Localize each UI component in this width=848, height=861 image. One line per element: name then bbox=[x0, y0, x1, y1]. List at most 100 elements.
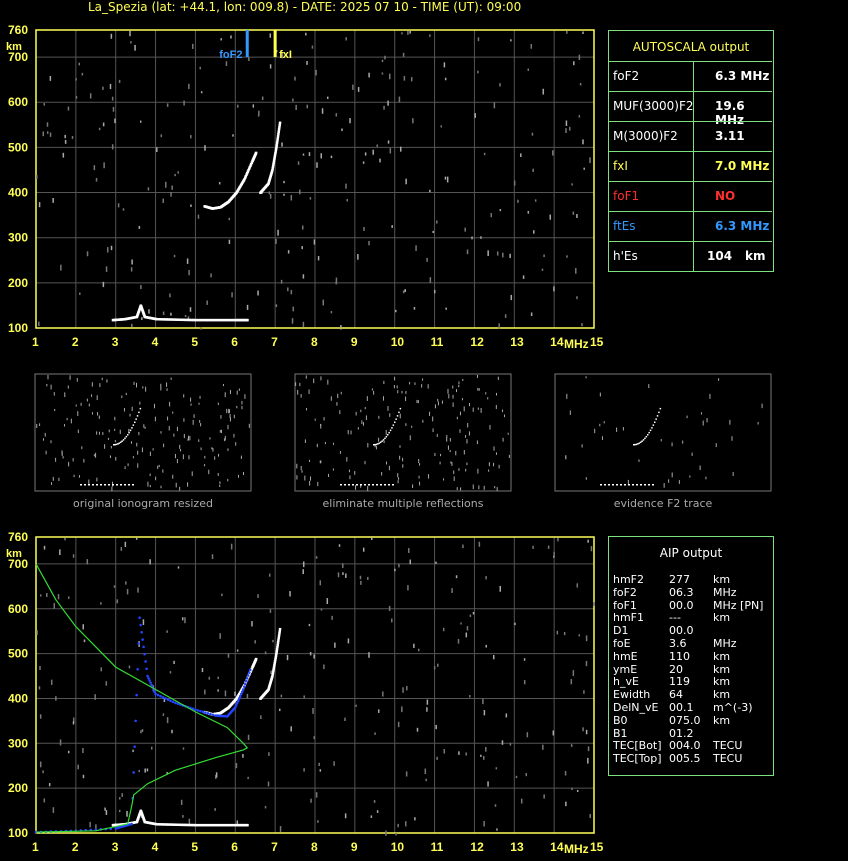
thumbnail-trace bbox=[399, 407, 402, 410]
thumbnail-trace bbox=[124, 437, 126, 440]
noise-dot bbox=[278, 708, 281, 712]
x-tick-label: 9 bbox=[351, 335, 358, 349]
autoscala-row: foF1 NO bbox=[609, 181, 772, 212]
thumbnail-noise bbox=[244, 394, 246, 399]
noise-dot bbox=[211, 554, 214, 560]
thumbnail-noise bbox=[295, 382, 297, 387]
thumbnail-noise bbox=[173, 433, 175, 437]
x-tick-label: 10 bbox=[391, 335, 405, 349]
thumbnail-trace bbox=[139, 407, 142, 410]
f2-extraordinary-trace-point bbox=[275, 650, 278, 653]
noise-dot bbox=[514, 622, 516, 626]
thumbnail-noise bbox=[405, 396, 407, 402]
thumbnail-noise bbox=[198, 402, 200, 405]
thumbnail-es-trace bbox=[116, 484, 118, 486]
thumbnail-noise bbox=[73, 474, 75, 478]
thumbnail-noise bbox=[507, 432, 509, 435]
noise-dot bbox=[125, 581, 127, 585]
noise-dot bbox=[395, 832, 397, 836]
thumbnail-noise bbox=[190, 403, 192, 406]
thumbnail-noise bbox=[69, 375, 71, 380]
noise-dot bbox=[498, 323, 500, 329]
thumbnail-noise bbox=[163, 443, 165, 448]
noise-dot bbox=[221, 593, 223, 597]
thumbnail-noise bbox=[432, 428, 434, 433]
noise-dot bbox=[218, 182, 221, 185]
thumbnail-trace bbox=[373, 444, 375, 446]
noise-dot bbox=[397, 721, 400, 728]
thumbnail-noise bbox=[332, 468, 334, 471]
y-tick-label: 100 bbox=[8, 826, 28, 840]
thumbnail-trace bbox=[378, 442, 381, 444]
thumbnail-noise bbox=[220, 429, 222, 434]
noise-dot bbox=[333, 761, 335, 766]
noise-dot bbox=[116, 599, 119, 604]
noise-dot bbox=[482, 698, 484, 705]
noise-dot bbox=[297, 161, 300, 165]
thumbnail-noise bbox=[378, 415, 380, 419]
noise-dot bbox=[435, 724, 437, 730]
y-tick-label: 200 bbox=[8, 781, 28, 795]
thumbnail-noise bbox=[162, 469, 164, 473]
aip-param-name: foF1 bbox=[613, 598, 637, 612]
aip-param-name: Ewidth bbox=[613, 688, 651, 702]
noise-dot bbox=[477, 70, 479, 74]
thumbnail-noise bbox=[731, 436, 733, 441]
thumbnail-noise bbox=[732, 471, 734, 476]
noise-dot bbox=[566, 30, 568, 34]
noise-dot bbox=[40, 594, 42, 597]
thumbnail-trace bbox=[394, 421, 396, 423]
noise-dot bbox=[582, 139, 584, 145]
noise-dot bbox=[402, 290, 405, 294]
thumbnail-noise bbox=[99, 383, 101, 388]
thumbnail-noise bbox=[66, 418, 68, 421]
thumbnail-noise bbox=[350, 430, 352, 435]
aip-param-name: TEC[Bot] bbox=[613, 739, 662, 753]
thumbnail-noise bbox=[91, 412, 93, 415]
thumbnail-es-trace bbox=[636, 484, 638, 486]
thumbnail-noise bbox=[70, 418, 72, 424]
fitted-point bbox=[248, 668, 252, 672]
fitted-point bbox=[134, 719, 137, 723]
noise-dot bbox=[436, 756, 438, 760]
thumbnail-caption: original ionogram resized bbox=[73, 497, 213, 510]
noise-dot bbox=[174, 173, 176, 177]
thumbnail-noise bbox=[78, 475, 80, 478]
thumbnail-es-trace bbox=[604, 484, 606, 486]
thumbnail-noise bbox=[51, 482, 53, 485]
thumbnail-noise bbox=[399, 413, 401, 419]
thumbnail-noise bbox=[75, 404, 77, 407]
noise-dot bbox=[480, 754, 482, 757]
x-tick-label: 2 bbox=[72, 840, 79, 854]
noise-dot bbox=[130, 41, 132, 44]
thumbnail-noise bbox=[152, 448, 154, 451]
thumbnail-noise bbox=[700, 412, 702, 415]
noise-dot bbox=[429, 189, 431, 193]
thumbnail-noise bbox=[330, 396, 332, 401]
thumbnail-noise bbox=[237, 474, 239, 478]
noise-dot bbox=[287, 250, 290, 254]
thumbnail-noise bbox=[226, 408, 228, 414]
noise-dot bbox=[67, 750, 70, 754]
thumbnail-noise bbox=[218, 453, 220, 457]
thumbnail-noise bbox=[109, 455, 111, 459]
x-tick-label: 5 bbox=[191, 335, 198, 349]
noise-dot bbox=[566, 255, 568, 258]
noise-dot bbox=[303, 768, 305, 772]
aip-param-name: B1 bbox=[613, 726, 628, 740]
noise-dot bbox=[251, 621, 253, 627]
noise-dot bbox=[39, 761, 42, 768]
noise-dot bbox=[342, 572, 344, 575]
noise-dot bbox=[362, 161, 365, 164]
thumbnail-trace bbox=[396, 415, 399, 417]
noise-dot bbox=[315, 69, 317, 76]
thumbnail-trace bbox=[642, 439, 645, 441]
noise-dot bbox=[114, 118, 116, 124]
noise-dot bbox=[100, 602, 102, 605]
thumbnail-noise bbox=[296, 463, 298, 469]
noise-dot bbox=[142, 619, 145, 626]
noise-dot bbox=[480, 236, 482, 239]
thumbnail-es-trace bbox=[124, 484, 126, 486]
thumbnail-noise bbox=[55, 457, 57, 462]
thumbnail-noise bbox=[452, 394, 454, 399]
